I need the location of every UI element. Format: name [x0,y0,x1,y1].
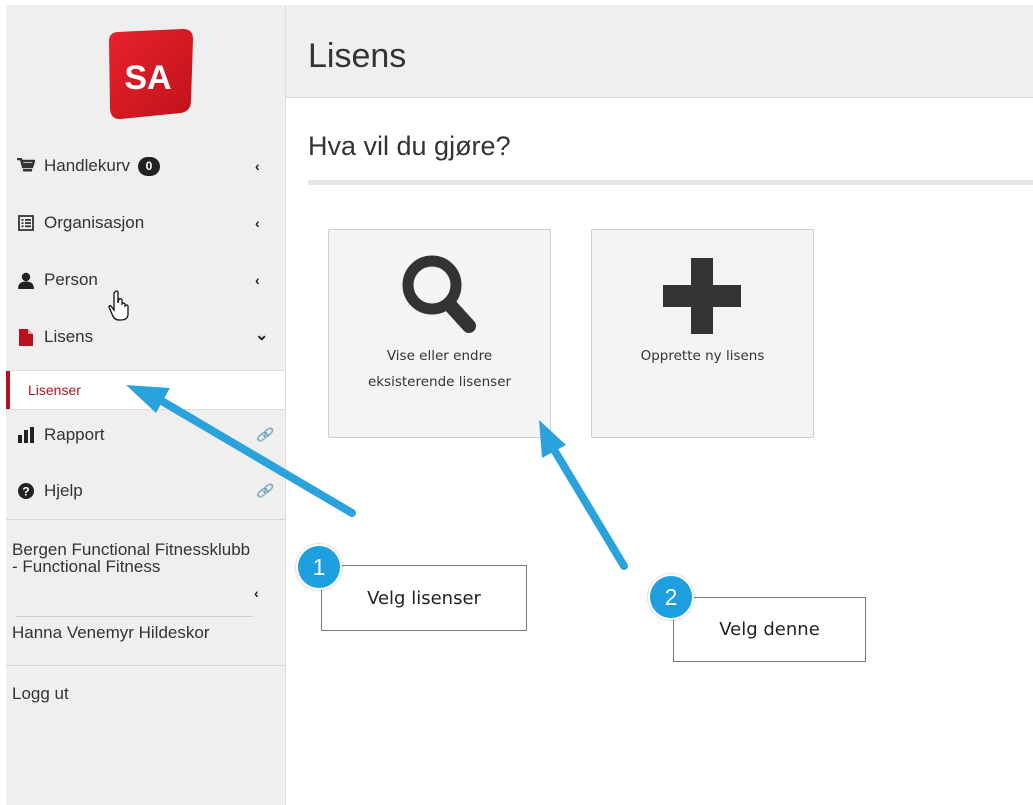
sidebar-item-lisens[interactable]: Lisens ⌄ [6,315,285,359]
section-heading: Hva vil du gjøre? [308,131,511,161]
question-icon: ? [16,481,36,501]
logout-link[interactable]: Logg ut [12,684,69,704]
callout-box: Velg denne [673,597,866,662]
arrow-2 [539,420,628,570]
user-icon [16,270,36,290]
callout-box: Velg lisenser [321,565,527,631]
cart-icon [16,156,36,176]
sidebar-item-label: Handlekurv [44,155,130,175]
plus-icon [662,252,742,336]
tile-label-line: eksisterende lisenser [367,374,512,390]
bar-chart-icon [16,425,36,445]
page-title: Lisens [308,37,407,75]
callout-number: 2 [648,574,694,620]
external-link-icon: 🔗 [256,483,273,498]
chevron-left-icon[interactable]: ‹ [254,585,259,601]
sidebar-subitem-lisenser[interactable]: Lisenser [6,370,285,410]
svg-text:SA: SA [124,59,171,97]
sidebar-item-label: Person [44,270,98,289]
search-icon [399,252,479,336]
divider [308,180,1033,185]
sidebar-subitem-label: Lisenser [28,382,81,398]
callout-text: Velg lisenser [367,587,481,609]
chevron-down-icon: ⌄ [255,327,269,344]
chevron-left-icon: ‹ [255,272,260,288]
cart-count-badge: 0 [138,157,160,176]
sidebar-item-organisasjon[interactable]: Organisasjon ‹ [6,201,285,245]
sidebar-item-label: Hjelp [44,481,83,500]
callout-number: 1 [296,544,342,590]
create-license-tile[interactable]: Opprette ny lisens [591,229,814,438]
sidebar-item-label: Rapport [44,425,105,444]
sidebar-item-label: Lisens [44,327,94,346]
sidebar-item-handlekurv[interactable]: Handlekurv 0 ‹ [6,144,285,188]
sidebar-item-person[interactable]: Person ‹ [6,258,285,302]
callout-text: Velg denne [719,619,820,640]
sa-logo[interactable]: SA [103,29,195,121]
sidebar-item-label: Organisasjon [44,213,145,232]
chevron-left-icon: ‹ [255,158,260,174]
chevron-left-icon: ‹ [255,215,260,231]
list-icon [16,213,36,233]
user-name[interactable]: Hanna Venemyr Hildeskor [12,623,209,643]
sidebar-item-rapport[interactable]: Rapport 🔗 [6,413,285,457]
divider [6,519,285,520]
page-header: Lisens [286,5,1033,98]
tile-label-line: Vise eller endre [386,348,493,364]
active-indicator [6,371,10,409]
sidebar-item-hjelp[interactable]: ? Hjelp 🔗 [6,469,285,513]
divider [6,665,285,666]
divider [16,616,253,617]
svg-text:?: ? [22,485,29,499]
external-link-icon: 🔗 [256,427,273,442]
organization-selector[interactable]: Bergen Functional Fitnessklubb - Functio… [12,541,252,575]
view-licenses-tile[interactable]: Vise eller endre eksisterende lisenser [328,229,551,438]
tile-label-line: Opprette ny lisens [640,348,765,364]
hand-cursor-icon [108,290,134,322]
document-icon [16,327,36,347]
